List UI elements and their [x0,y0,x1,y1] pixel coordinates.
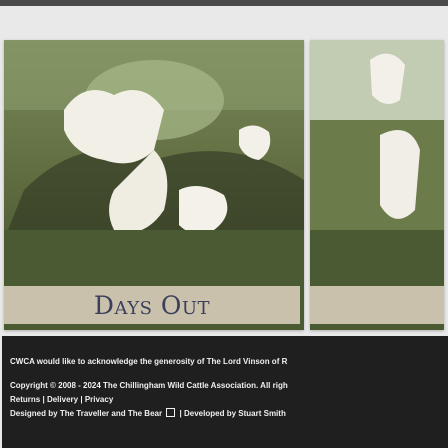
designed-by-label: Designed by [10,409,58,418]
footer-links: Returns | Delivery | Privacy [10,394,113,406]
developed-by-label: | Developed by [179,409,237,418]
developer-link[interactable]: Stuart Smith [238,409,286,418]
days-out-card-row: Days Out [4,40,444,330]
days-out-card[interactable]: Days Out [4,40,304,330]
side-card[interactable] [310,40,444,330]
days-out-caption-bar: Days Out [4,286,300,324]
external-link-icon [166,408,176,417]
separator: | [80,395,83,404]
copyright-text: Copyright © 2008 - 2024 The Chillingham … [10,381,288,390]
credits-line: Designed by The Traveller and The Bear |… [10,408,286,420]
privacy-link[interactable]: Privacy [85,395,113,404]
site-footer: CWCA would like to acknowledge the gener… [2,336,448,448]
days-out-caption: Days Out [93,290,211,320]
delivery-link[interactable]: Delivery [47,395,78,404]
separator: | [42,395,45,404]
side-caption-bar [310,286,444,324]
acknowledgement-text: CWCA would like to acknowledge the gener… [10,357,288,366]
returns-link[interactable]: Returns [10,395,40,404]
designer-link[interactable]: The Traveller and The Bear [60,409,162,418]
